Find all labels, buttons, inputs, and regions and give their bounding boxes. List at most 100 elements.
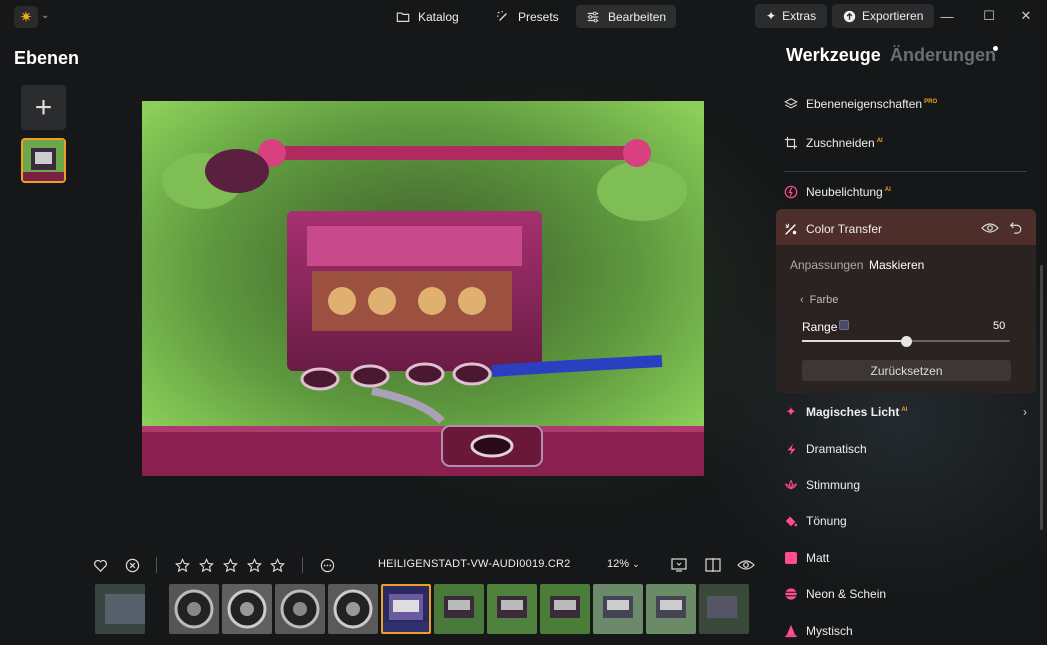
tool-neon-glow[interactable]: Neon & Schein [784,584,886,604]
tool-label: Neubelichtung [806,185,883,199]
cone-icon [784,624,798,638]
image-filename: HEILIGENSTADT-VW-AUDI0019.CR2 [378,558,571,570]
engine-photo-illustration [142,101,704,476]
color-transfer-title: Color Transfer [784,219,882,239]
tool-relight[interactable]: Neubelichtung AI [784,182,891,202]
tool-layer-properties[interactable]: Ebeneneigenschaften PRO [784,94,937,114]
reset-label: Zurücksetzen [870,363,943,378]
visibility-eye-icon[interactable] [981,221,999,239]
range-slider-fill [802,340,906,342]
layer-thumbnail-image [23,140,64,181]
export-label: Exportieren [862,9,924,23]
neon-sphere-icon [784,587,798,601]
nav-presets[interactable]: Presets [486,5,569,28]
film-thumbnail[interactable] [699,584,749,634]
film-thumbnail[interactable] [275,584,325,634]
range-slider-knob[interactable] [901,336,912,347]
film-thumbnail-selected[interactable] [381,584,431,634]
film-thumbnail[interactable] [646,584,696,634]
tool-label: Matt [806,551,830,565]
right-panel-scrollbar[interactable] [1040,265,1043,530]
tool-label: Tönung [806,514,847,528]
filmstrip [95,584,755,636]
sparkle-icon: ✦ [785,404,797,419]
star-3-icon[interactable] [221,556,239,574]
extras-button[interactable]: ✦ Extras [755,4,828,28]
film-thumbnail[interactable] [328,584,378,634]
ai-badge: AI [901,407,908,413]
lotus-icon [784,478,798,492]
plus-icon: + [34,90,53,124]
range-color-swatch[interactable] [839,320,849,330]
tool-label: Dramatisch [806,442,867,456]
paint-bucket-icon [784,514,798,528]
color-transfer-icon [784,222,798,236]
tool-matte[interactable]: Matt [784,548,829,568]
chevron-left-icon: ‹ [800,294,804,306]
export-button[interactable]: Exportieren [832,4,935,28]
compare-icon[interactable] [704,556,722,574]
folder-icon [396,11,410,22]
tool-magic-light[interactable]: ✦ Magisches Licht AI › [784,402,1027,422]
star-2-icon[interactable] [197,556,215,574]
film-thumbnail[interactable] [95,584,145,634]
reset-button[interactable]: Zurücksetzen [802,360,1011,381]
app-logo-button[interactable]: ✷ [14,6,38,28]
toolbar-divider [302,557,303,573]
range-value: 50 [993,320,1006,332]
layer-thumbnail[interactable] [21,138,66,183]
sun-logo-icon: ✷ [19,9,33,26]
chevron-right-icon: › [1023,405,1027,419]
star-5-icon[interactable] [268,556,286,574]
title-bar: ✷ ⌄ Katalog Presets Bearbeiten ✦ Extras … [0,0,1047,33]
film-thumbnail[interactable] [487,584,537,634]
preview-eye-icon[interactable] [737,556,755,574]
zoom-dropdown[interactable]: 12% ⌄ [607,558,640,570]
film-thumbnail[interactable] [593,584,643,634]
film-thumbnail[interactable] [222,584,272,634]
extras-label: Extras [782,9,817,23]
tool-crop[interactable]: Zuschneiden AI [784,133,883,153]
ai-badge: AI [884,187,891,193]
fit-screen-icon[interactable] [670,556,688,574]
more-options-icon[interactable] [318,556,336,574]
nav-katalog[interactable]: Katalog [386,5,469,28]
subtab-maskieren[interactable]: Maskieren [869,258,924,272]
upload-circle-icon [843,10,856,22]
tool-label: Zuschneiden [806,136,875,150]
unsaved-changes-dot [993,46,998,51]
maximize-icon[interactable]: ☐ [974,6,1004,26]
tool-label: Magisches Licht [806,405,900,419]
film-thumbnail[interactable] [540,584,590,634]
tool-mystic[interactable]: Mystisch [784,621,853,641]
crop-icon [784,136,798,150]
reject-icon[interactable] [123,556,141,574]
add-layer-button[interactable]: + [21,85,66,130]
chevron-down-icon: ⌄ [632,559,640,569]
tool-label: Stimmung [806,478,861,492]
nav-presets-label: Presets [518,9,559,24]
pro-badge: PRO [924,99,938,105]
tool-dramatic[interactable]: Dramatisch [784,439,867,459]
minimize-icon[interactable]: — [932,6,962,26]
undo-icon[interactable] [1009,220,1023,239]
back-to-farbe[interactable]: ‹ Farbe [800,294,838,306]
tool-mood[interactable]: Stimmung [784,475,860,495]
star-1-icon[interactable] [173,556,191,574]
film-thumbnail[interactable] [169,584,219,634]
subtab-anpassungen[interactable]: Anpassungen [790,258,863,272]
magic-wand-icon [497,10,507,21]
tab-werkzeuge[interactable]: Werkzeuge [786,45,881,66]
tool-toning[interactable]: Tönung [784,511,847,531]
chevron-down-icon[interactable]: ⌄ [41,10,49,21]
tab-aenderungen[interactable]: Änderungen [890,45,996,66]
heart-icon[interactable] [91,556,109,574]
tool-label: Mystisch [806,624,853,638]
star-4-icon[interactable] [245,556,263,574]
main-photo[interactable] [142,101,704,476]
close-icon[interactable]: ✕ [1011,6,1041,26]
film-thumbnail[interactable] [434,584,484,634]
nav-bearbeiten-label: Bearbeiten [608,9,667,24]
nav-bearbeiten[interactable]: Bearbeiten [576,5,677,28]
back-label: Farbe [809,294,839,306]
